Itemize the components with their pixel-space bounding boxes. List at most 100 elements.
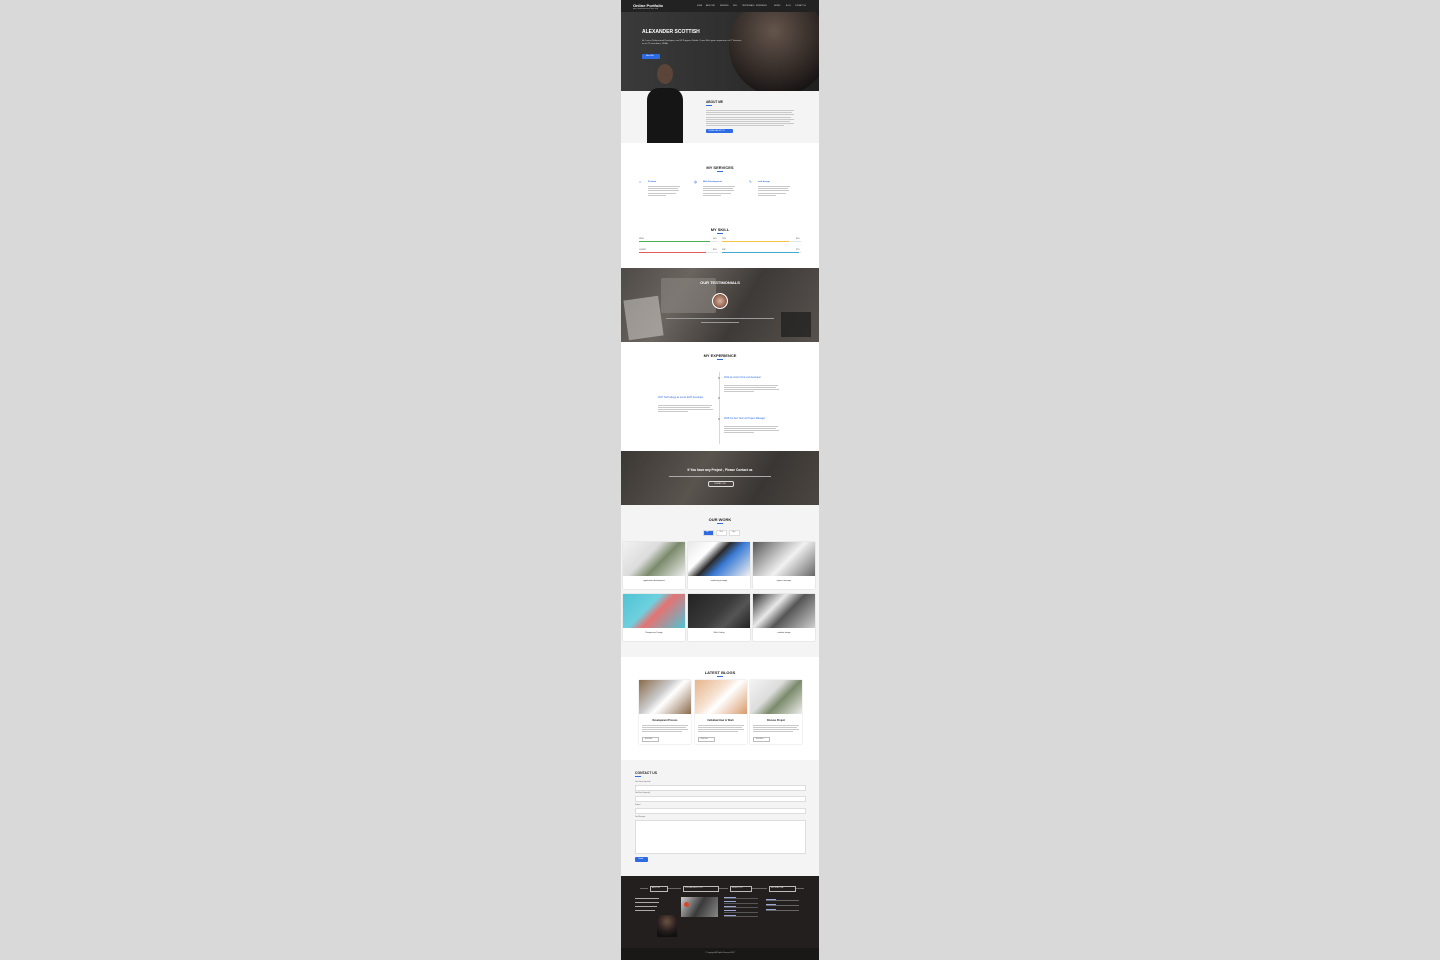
- blog-thumbnail: [694, 680, 747, 714]
- about-photo: [637, 64, 692, 143]
- nav-item-testimonials[interactable]: TESTIMONIALS: [742, 5, 754, 7]
- hire-me-label: Hire Me: [646, 55, 654, 58]
- work-filter-app[interactable]: App: [729, 530, 740, 536]
- recent-post-link[interactable]: [724, 898, 758, 899]
- timeline-line: [719, 372, 720, 444]
- read-more-button[interactable]: Read More: [697, 737, 715, 742]
- testimonials-title: OUR TESTIMONIALS: [700, 280, 740, 285]
- work-card[interactable]: project manager: [753, 542, 815, 589]
- hero-person-photo: [729, 0, 819, 91]
- footer-heading-label: POPULAR LATEST POST: [685, 888, 703, 889]
- skill-name: CSS: [722, 238, 726, 240]
- contact-field-label: Your Email (required): [635, 793, 650, 794]
- blog-thumbnail: [750, 680, 802, 714]
- footer-about-photo: [657, 915, 677, 937]
- services-underline: [717, 171, 723, 172]
- blog-card[interactable]: Individual How to Work Read More: [694, 680, 747, 744]
- contact-input[interactable]: [635, 785, 806, 791]
- read-more-button[interactable]: Read More: [753, 737, 770, 742]
- recent-post-link[interactable]: [724, 907, 758, 908]
- contact-underline: [635, 776, 641, 777]
- home-icon: ⌂: [639, 180, 642, 184]
- services-title: MY SERVICES: [706, 165, 734, 170]
- nav-item-home[interactable]: HOME: [697, 5, 702, 7]
- blogs-title: LATEST BLOGS: [704, 670, 736, 675]
- work-thumbnail: [688, 542, 750, 576]
- work-card[interactable]: application development: [623, 542, 685, 589]
- contact-input[interactable]: [635, 796, 806, 802]
- work-card[interactable]: marketing manage: [688, 542, 750, 589]
- nav-item-blog[interactable]: BLOG: [786, 5, 791, 7]
- skill-name: HTML: [639, 238, 644, 240]
- portfolio-page: Online Portfolio your awesome one liner …: [621, 0, 819, 960]
- work-thumbnail: [623, 542, 685, 576]
- footer-about-text: [635, 898, 659, 899]
- skills-title: MY SKILL: [710, 227, 730, 232]
- work-label: project manager: [776, 580, 792, 582]
- cta-contact-button[interactable]: CONTACT US: [708, 481, 734, 487]
- blog-thumbnail: [639, 680, 691, 714]
- nav-item-works[interactable]: WORKS: [774, 5, 780, 7]
- read-more-label: Read More: [645, 738, 653, 740]
- blogs-underline: [717, 676, 723, 677]
- work-thumbnail: [688, 594, 750, 628]
- read-more-button[interactable]: Read More: [642, 737, 659, 742]
- work-label: marketing manage: [710, 580, 728, 582]
- work-card[interactable]: Web Coding: [688, 594, 750, 641]
- testimonial-avatar: [712, 293, 728, 309]
- work-card[interactable]: website design: [753, 594, 815, 641]
- experience-title: 2017 Technology as senior ECH developer: [658, 396, 704, 399]
- work-label: application development: [643, 580, 665, 582]
- experience-title: MY EXPERIENCE: [703, 353, 737, 358]
- important-link[interactable]: [766, 900, 799, 901]
- cta-text: [669, 476, 771, 477]
- cta-title: If You have any Project , Please Contact…: [687, 468, 753, 472]
- skill-percent: 90%: [713, 238, 717, 240]
- globe-icon: ◍: [694, 180, 698, 184]
- play-icon: [684, 902, 689, 907]
- brand-tagline: your awesome one liner sub: [633, 7, 659, 10]
- work-filter-label: Web: [719, 531, 723, 533]
- footer-heading: POPULAR LATEST POST: [683, 886, 719, 892]
- message-textarea[interactable]: [635, 820, 806, 854]
- important-link[interactable]: [766, 905, 799, 906]
- skill-percent: 97%: [796, 249, 800, 251]
- recent-post-link[interactable]: [724, 902, 758, 903]
- recent-post-link[interactable]: [724, 911, 758, 912]
- work-thumbnail: [753, 542, 815, 576]
- nav-item-about-me[interactable]: ABOUT ME: [706, 5, 715, 7]
- nav-item-skill[interactable]: SKILL: [733, 5, 738, 7]
- about-title: ABOUT ME: [706, 100, 723, 104]
- work-underline: [717, 523, 723, 524]
- contact-input[interactable]: [635, 808, 806, 814]
- work-filter-all[interactable]: All: [703, 530, 714, 536]
- send-button[interactable]: Send: [635, 857, 648, 862]
- blog-title: Development Process: [652, 718, 678, 722]
- cta-section: [621, 451, 819, 505]
- nav-item-services[interactable]: SERVICES: [720, 5, 729, 7]
- read-more-label: Read More: [756, 738, 764, 740]
- footer-post-image[interactable]: [681, 897, 718, 917]
- experience-title: 2014 as Junior front end developer: [724, 376, 761, 379]
- work-filter-label: App: [732, 531, 736, 533]
- work-thumbnail: [623, 594, 685, 628]
- recent-post-link[interactable]: [724, 916, 758, 917]
- nav-item-contact-us[interactable]: CONTACT US: [795, 5, 806, 7]
- important-link[interactable]: [766, 910, 799, 911]
- work-filter-web[interactable]: Web: [716, 530, 727, 536]
- hero-intro: Hi, I am a Professional Developer, and U…: [642, 40, 742, 45]
- work-card[interactable]: Responsive Design: [623, 594, 685, 641]
- blog-card[interactable]: Development Process Read More: [639, 680, 691, 744]
- contact-field-label: Subject: [635, 805, 641, 806]
- work-label: Web Coding: [713, 632, 725, 634]
- copyright-bar: [621, 948, 819, 960]
- about-underline: [706, 105, 712, 106]
- download-cv-button[interactable]: DOWNLOAD MY CV: [706, 129, 733, 133]
- blog-card[interactable]: Discuss Project Read More: [750, 680, 802, 744]
- nav-item-experience[interactable]: EXPERIENCE: [756, 5, 767, 7]
- blog-title: Discuss Project: [767, 718, 785, 722]
- hire-me-button[interactable]: Hire Me: [642, 54, 660, 59]
- send-label: Send: [638, 858, 644, 861]
- footer-heading: IMPORTANT LINK: [769, 886, 796, 892]
- contact-field-label: Your Name (required): [635, 782, 651, 783]
